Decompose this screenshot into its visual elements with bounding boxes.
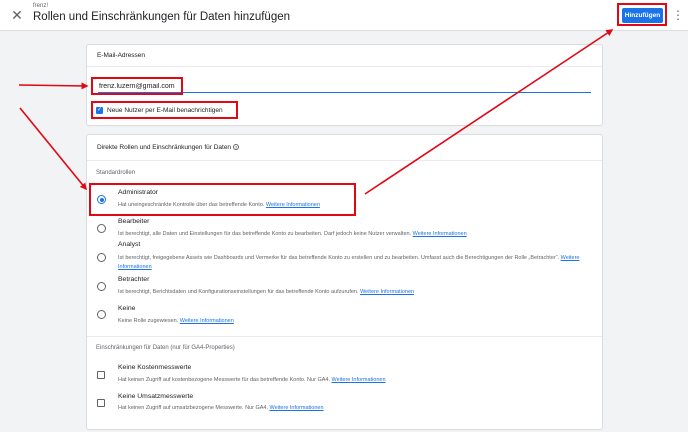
email-card-heading: E-Mail-Adressen (87, 45, 602, 67)
role-desc-text: Keine Rolle zugewiesen. (118, 318, 179, 324)
learn-more-link[interactable]: Weitere Informationen (332, 377, 386, 383)
restriction-title-revenue: Keine Umsatzmesswerte (118, 393, 194, 400)
role-title-analyst: Analyst (118, 241, 141, 248)
help-icon[interactable]: ? (233, 144, 240, 151)
roles-card-heading: Direkte Rollen und Einschränkungen für D… (87, 135, 602, 161)
learn-more-link[interactable]: Weitere Informationen (413, 231, 467, 237)
email-field[interactable] (98, 80, 591, 93)
standard-roles-label: Standardrollen (96, 170, 136, 176)
notify-label: Neue Nutzer per E-Mail benachrichtigen (107, 107, 223, 114)
checkbox-no-cost-metrics[interactable] (97, 371, 105, 379)
role-title-administrator: Administrator (118, 189, 159, 196)
role-desc-none: Keine Rolle zugewiesen. Weitere Informat… (118, 317, 598, 326)
role-desc-text: Ist berechtigt, freigegebene Assets wie … (118, 255, 560, 261)
role-desc-text: Hat uneingeschränkte Kontrolle über das … (118, 202, 265, 208)
radio-analyst[interactable] (97, 253, 106, 262)
restriction-desc-text: Hat keinen Zugriff auf kostenbezogene Me… (118, 377, 330, 383)
restriction-desc-text: Hat keinen Zugriff auf umsatzbezogene Me… (118, 405, 268, 411)
restriction-title-cost: Keine Kostenmesswerte (118, 364, 192, 371)
learn-more-link[interactable]: Weitere Informationen (270, 405, 324, 411)
role-desc-text: Ist berechtigt, Berichtsdaten und Konfig… (118, 289, 359, 295)
roles-card-heading-text: Direkte Rollen und Einschränkungen für D… (97, 144, 232, 151)
role-desc-analyst: Ist berechtigt, freigegebene Assets wie … (118, 254, 598, 271)
section-divider (87, 336, 602, 337)
role-desc-viewer: Ist berechtigt, Berichtsdaten und Konfig… (118, 288, 598, 297)
role-desc-editor: Ist berechtigt, alle Daten und Einstellu… (118, 230, 598, 239)
arrow-to-administrator (19, 107, 87, 191)
top-app-bar: ✕ frenz! Rollen und Einschränkungen für … (0, 0, 688, 31)
role-desc-administrator: Hat uneingeschränkte Kontrolle über das … (118, 201, 598, 210)
role-desc-text: Ist berechtigt, alle Daten und Einstellu… (118, 231, 412, 237)
radio-administrator[interactable] (97, 195, 106, 204)
add-button[interactable]: Hinzufügen (622, 8, 663, 23)
notify-checkbox-checked-icon[interactable]: ✓ (96, 107, 103, 114)
learn-more-link[interactable]: Weitere Informationen (180, 318, 234, 324)
role-title-editor: Bearbeiter (118, 218, 150, 225)
more-vert-icon[interactable]: ⋮ (672, 8, 684, 22)
role-title-viewer: Betrachter (118, 276, 150, 283)
radio-viewer[interactable] (97, 282, 106, 291)
restrictions-label: Einschränkungen für Daten (nur für GA4-P… (96, 345, 235, 351)
notify-checkbox-row[interactable]: ✓ Neue Nutzer per E-Mail benachrichtigen (96, 105, 223, 116)
radio-none[interactable] (97, 310, 106, 319)
restriction-desc-revenue: Hat keinen Zugriff auf umsatzbezogene Me… (118, 404, 598, 413)
learn-more-link[interactable]: Weitere Informationen (360, 289, 414, 295)
arrow-to-email (18, 82, 89, 90)
close-icon[interactable]: ✕ (10, 8, 24, 22)
radio-editor[interactable] (97, 224, 106, 233)
restriction-desc-cost: Hat keinen Zugriff auf kostenbezogene Me… (118, 376, 598, 385)
page-title: Rollen und Einschränkungen für Daten hin… (33, 11, 291, 23)
checkbox-no-revenue-metrics[interactable] (97, 399, 105, 407)
roles-card: Direkte Rollen und Einschränkungen für D… (86, 134, 603, 430)
account-name: frenz! (33, 3, 49, 9)
learn-more-link[interactable]: Weitere Informationen (266, 202, 320, 208)
role-title-none: Keine (118, 305, 136, 312)
